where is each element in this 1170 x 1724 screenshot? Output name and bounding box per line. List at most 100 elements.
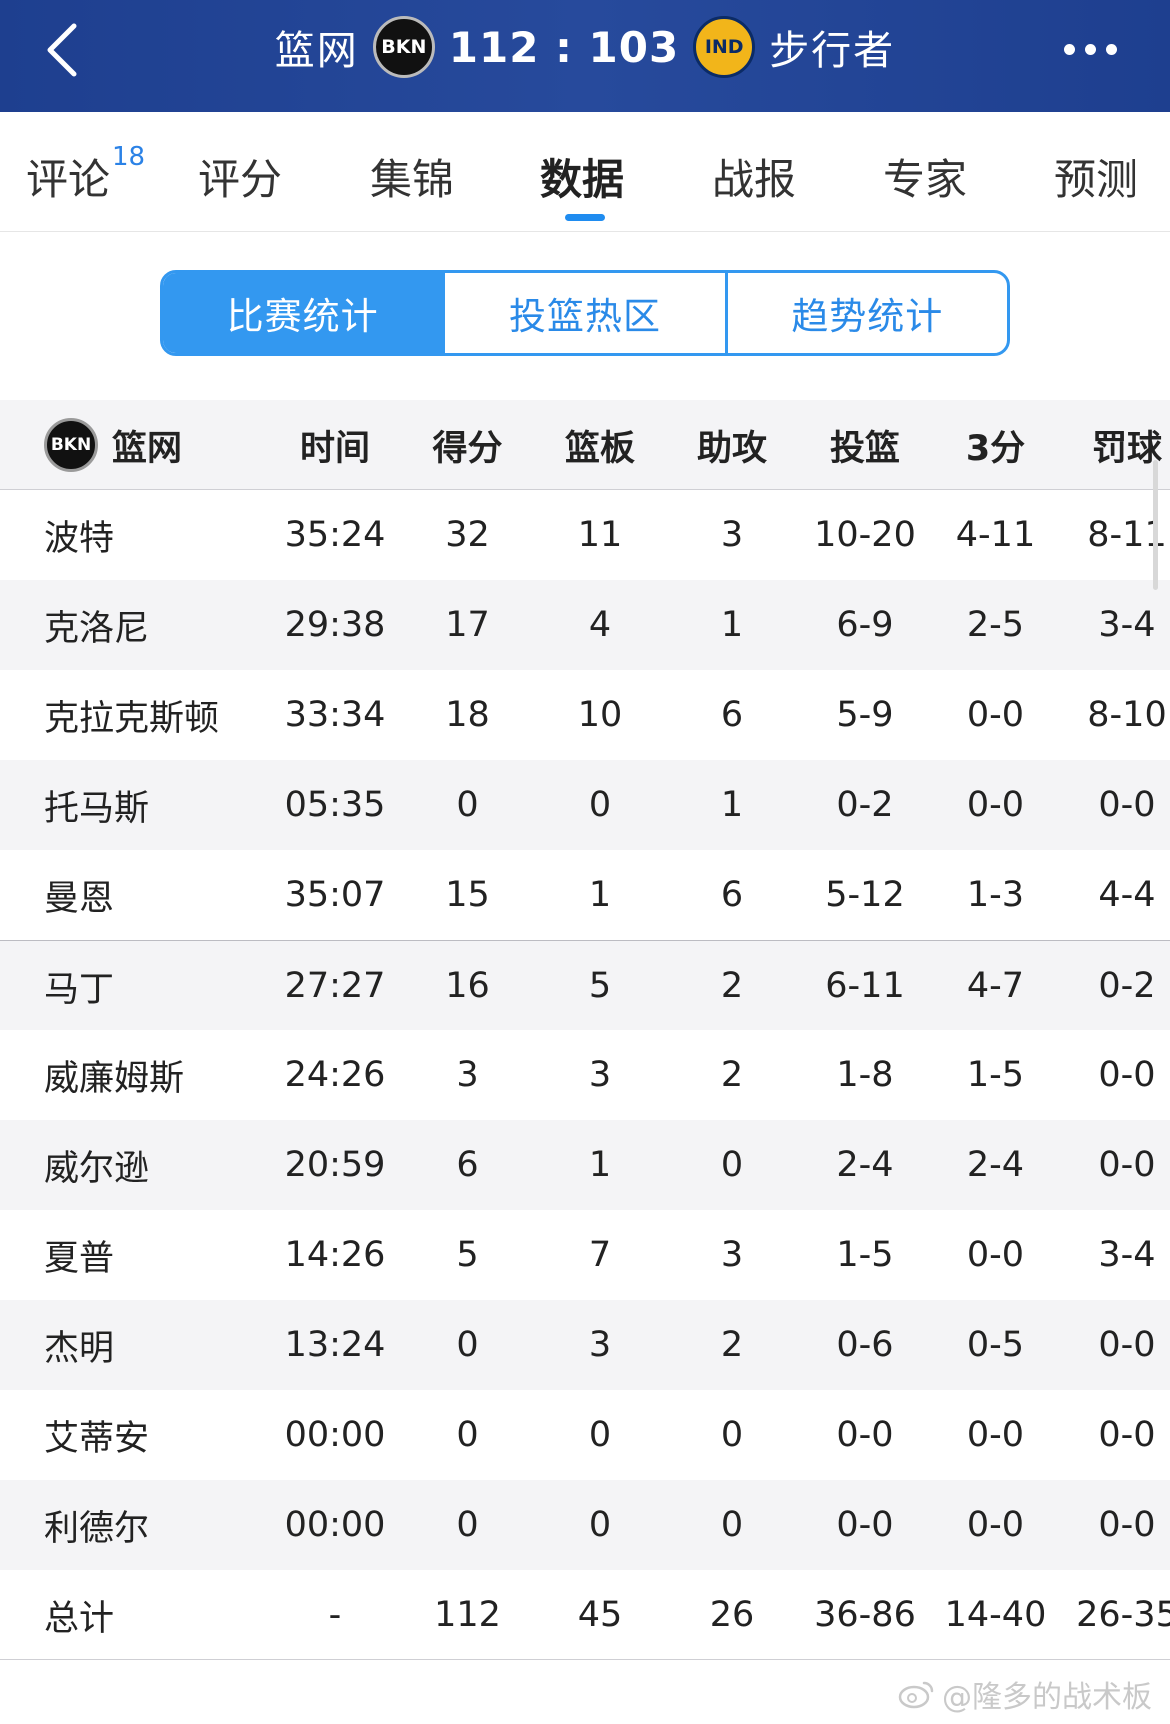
table-row[interactable]: 克拉克斯顿 33:34 18 10 6 5-9 0-0 8-10 (0, 670, 1170, 760)
stat-cell: 17 (445, 605, 490, 645)
player-name[interactable]: 杰明 (44, 1300, 114, 1390)
stat-cell: 0-0 (836, 1415, 894, 1455)
column-header[interactable]: 3分 (933, 400, 1058, 490)
tab-stats[interactable]: 数据 (540, 146, 624, 207)
table-row[interactable]: 马丁 27:27 16 5 2 6-11 4-7 0-2 (0, 940, 1170, 1030)
player-name[interactable]: 克洛尼 (44, 580, 149, 670)
stat-cell: 2 (720, 966, 744, 1006)
tab-report[interactable]: 战报 (712, 146, 796, 207)
stat-cell: 5 (456, 1235, 479, 1275)
tab-experts[interactable]: 专家 (883, 146, 967, 207)
stat-cell: 0-0 (966, 785, 1025, 825)
stat-cell: 8-10 (1087, 695, 1167, 735)
table-row[interactable]: 托马斯 05:35 0 0 1 0-2 0-0 0-0 (0, 760, 1170, 850)
stat-cell: 0-0 (1098, 1055, 1156, 1095)
stat-cell: 1 (588, 1145, 612, 1185)
horizontal-scroll-indicator[interactable] (1153, 460, 1158, 590)
more-dot-icon (1105, 43, 1117, 55)
top-bar: 篮网 BKN 112 : 103 IND 步行者 (0, 0, 1170, 112)
stat-cell: 3-4 (1098, 1235, 1156, 1275)
player-name[interactable]: 威廉姆斯 (44, 1030, 184, 1120)
stat-cell: 2 (720, 1055, 744, 1095)
player-name[interactable]: 艾蒂安 (44, 1390, 149, 1480)
table-row[interactable]: 利德尔 00:00 0 0 0 0-0 0-0 0-0 (0, 1480, 1170, 1570)
player-name[interactable]: 利德尔 (44, 1480, 149, 1570)
stat-cell: 0 (456, 1325, 479, 1365)
away-team-name: 步行者 (769, 28, 896, 74)
stat-cell: 24:26 (284, 1055, 386, 1095)
player-rows: 波特 35:24 32 11 3 10-20 4-11 8-11 克洛尼 29:38 17 4 1 6-9… (0, 490, 1170, 1660)
player-name[interactable]: 马丁 (44, 941, 114, 1031)
segment-shot-chart[interactable]: 投篮热区 (442, 273, 724, 353)
total-cell: 45 (577, 1595, 623, 1635)
stat-cell: 1-8 (836, 1055, 894, 1095)
stat-cell: 1 (588, 875, 612, 915)
tab-ratings[interactable]: 评分 (198, 146, 282, 207)
active-tab-indicator (565, 214, 605, 221)
more-options-button[interactable] (1050, 24, 1130, 74)
stat-cell: 2 (720, 1325, 744, 1365)
stat-cell: 0-0 (1098, 785, 1156, 825)
stat-cell: 0 (456, 785, 479, 825)
table-row[interactable]: 艾蒂安 00:00 0 0 0 0-0 0-0 0-0 (0, 1390, 1170, 1480)
stat-cell: 11 (577, 515, 623, 555)
stat-cell: 4-4 (1098, 875, 1156, 915)
stat-cell: 0-0 (1098, 1415, 1156, 1455)
stat-cell: 0-0 (1098, 1325, 1156, 1365)
player-name[interactable]: 托马斯 (44, 760, 149, 850)
column-header[interactable]: 得分 (405, 400, 530, 490)
tab-comments[interactable]: 评论18 (26, 142, 145, 207)
stat-cell: 10-20 (814, 515, 916, 555)
total-cell: 26 (709, 1595, 755, 1635)
comment-count-badge: 18 (112, 142, 146, 172)
stat-cell: 29:38 (284, 605, 386, 645)
stat-cell: 0-0 (1098, 1145, 1156, 1185)
column-header[interactable]: 篮板 (535, 400, 665, 490)
column-header[interactable]: 投篮 (800, 400, 930, 490)
home-team-name: 篮网 (274, 28, 359, 74)
stat-cell: 00:00 (284, 1415, 386, 1455)
stat-cell: 16 (445, 966, 490, 1006)
stat-cell: 2-5 (966, 605, 1025, 645)
home-team-logo: BKN (372, 16, 435, 78)
box-score-table: BKN 篮网 时间 得分 篮板 助攻 投篮 3分 罚球 波特 35:24 32 11 3… (0, 400, 1170, 1660)
stat-cell: 4-7 (966, 966, 1025, 1006)
team-column-header: BKN 篮网 (44, 400, 182, 490)
table-row[interactable]: 威廉姆斯 24:26 3 3 2 1-8 1-5 0-0 (0, 1030, 1170, 1120)
segment-trend-stats[interactable]: 趋势统计 (724, 273, 1007, 353)
stat-cell: 33:34 (284, 695, 386, 735)
player-name[interactable]: 克拉克斯顿 (44, 670, 219, 760)
more-dot-icon (1063, 43, 1075, 55)
player-name[interactable]: 威尔逊 (44, 1120, 149, 1210)
table-row[interactable]: 夏普 14:26 5 7 3 1-5 0-0 3-4 (0, 1210, 1170, 1300)
stat-cell: 3 (588, 1055, 612, 1095)
tab-predictions[interactable]: 预测 (1054, 146, 1138, 207)
total-cell: 112 (434, 1595, 501, 1635)
away-team-logo: IND (693, 16, 756, 78)
stat-cell: 1-5 (836, 1235, 894, 1275)
tab-highlights[interactable]: 集锦 (370, 146, 454, 207)
stat-cell: 1 (720, 785, 744, 825)
stat-cell: 0 (720, 1145, 744, 1185)
team-logo-small: BKN (44, 418, 98, 472)
segment-game-stats[interactable]: 比赛统计 (163, 273, 443, 353)
stat-cell: 0-5 (966, 1325, 1025, 1365)
table-row[interactable]: 波特 35:24 32 11 3 10-20 4-11 8-11 (0, 490, 1170, 580)
stat-cell: 3-4 (1098, 605, 1156, 645)
total-cell: 26-35 (1076, 1595, 1170, 1635)
total-cell: - (328, 1595, 342, 1635)
table-row[interactable]: 威尔逊 20:59 6 1 0 2-4 2-4 0-0 (0, 1120, 1170, 1210)
column-header[interactable]: 助攻 (667, 400, 797, 490)
player-name[interactable]: 波特 (44, 490, 114, 580)
stat-cell: 0-0 (966, 1505, 1025, 1545)
player-name[interactable]: 夏普 (44, 1210, 114, 1300)
table-row[interactable]: 克洛尼 29:38 17 4 1 6-9 2-5 3-4 (0, 580, 1170, 670)
stat-cell: 0-2 (836, 785, 894, 825)
stat-cell: 35:07 (284, 875, 386, 915)
stat-cell: 6-11 (825, 966, 905, 1006)
stat-cell: 0 (720, 1505, 744, 1545)
table-row[interactable]: 杰明 13:24 0 3 2 0-6 0-5 0-0 (0, 1300, 1170, 1390)
column-header[interactable]: 时间 (270, 400, 400, 490)
player-name[interactable]: 曼恩 (44, 850, 114, 940)
table-row[interactable]: 曼恩 35:07 15 1 6 5-12 1-3 4-4 (0, 850, 1170, 940)
